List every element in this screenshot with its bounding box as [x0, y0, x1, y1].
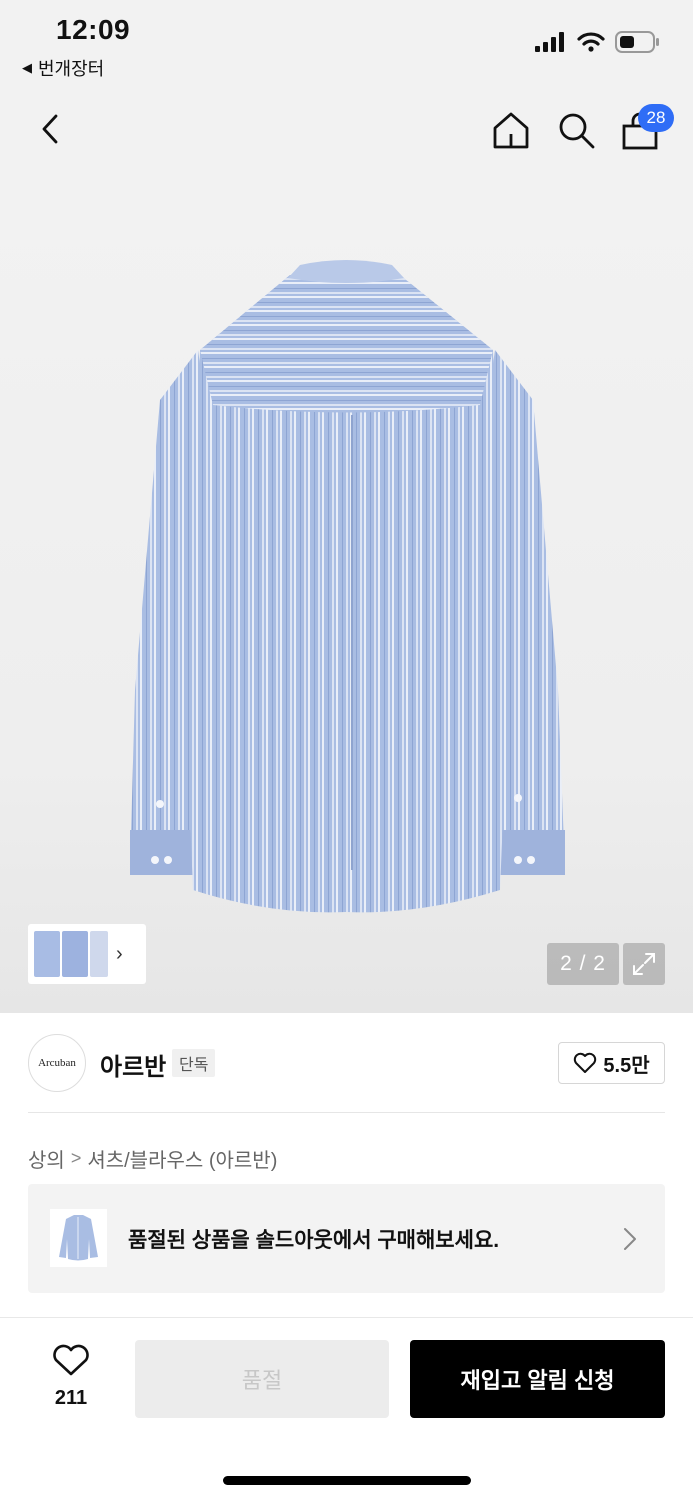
wishlist-count: 211: [54, 1387, 88, 1409]
status-bar: 12:09 ◀ 번개장터: [0, 0, 693, 90]
brand-like-count: 5.5만: [603, 1054, 650, 1077]
shirt-thumbnail-image: [50, 1209, 107, 1267]
chevron-right-icon: >: [70, 1148, 82, 1168]
soldout-banner[interactable]: 품절된 상품을 솔드아웃에서 구매해보세요.: [28, 1184, 665, 1293]
expand-icon: [633, 953, 655, 975]
shirt-back-image: [130, 260, 565, 913]
breadcrumb: 상의 > 셔츠/블라우스 (아르반): [28, 1144, 277, 1173]
thumbnail-back[interactable]: [62, 931, 88, 977]
heart-icon: [53, 1344, 89, 1376]
back-icon[interactable]: [34, 112, 68, 146]
chevron-right-icon: [624, 1228, 636, 1250]
breadcrumb-item-top[interactable]: 상의: [28, 1144, 65, 1173]
wifi-icon: [577, 32, 605, 52]
back-to-app-link[interactable]: ◀ 번개장터: [22, 55, 104, 81]
status-icons: [535, 31, 659, 53]
brand-name[interactable]: 아르반: [100, 1047, 166, 1082]
battery-icon: [615, 31, 659, 53]
heart-icon: [574, 1052, 597, 1073]
exclusive-tag: 단독: [172, 1049, 216, 1077]
brand-like-button[interactable]: 5.5만: [558, 1042, 665, 1084]
thumbnail-detail[interactable]: [90, 931, 108, 977]
back-triangle-icon: ◀: [22, 60, 32, 75]
chevron-right-icon[interactable]: ›: [116, 943, 123, 966]
thumbnail-strip[interactable]: ›: [28, 924, 146, 984]
breadcrumb-item-shirts[interactable]: 셔츠/블라우스 (아르반): [87, 1144, 277, 1173]
image-pager: 2 / 2: [547, 943, 619, 985]
home-icon[interactable]: [491, 110, 531, 150]
soldout-banner-text: 품절된 상품을 솔드아웃에서 구매해보세요.: [128, 1229, 500, 1252]
soldout-button: 품절: [135, 1340, 389, 1418]
status-time: 12:09: [56, 14, 131, 45]
soldout-thumbnail: [50, 1209, 107, 1267]
thumbnail-front[interactable]: [34, 931, 60, 977]
brand-row: Arcuban 아르반 단독 5.5만: [28, 1034, 665, 1092]
top-nav: 28: [0, 90, 693, 170]
expand-button[interactable]: [623, 943, 665, 985]
divider: [28, 1112, 665, 1113]
restock-alert-button[interactable]: 재입고 알림 신청: [410, 1340, 665, 1418]
bottom-divider: [0, 1317, 693, 1318]
search-icon[interactable]: [556, 110, 596, 150]
product-image[interactable]: › 2 / 2: [0, 170, 693, 1013]
brand-logo[interactable]: Arcuban: [28, 1034, 86, 1092]
home-indicator[interactable]: [223, 1476, 471, 1485]
back-app-label: 번개장터: [38, 59, 105, 79]
wishlist-button[interactable]: 211: [40, 1342, 102, 1414]
signal-icon: [535, 32, 564, 52]
bag-count-badge: 28: [638, 104, 674, 132]
